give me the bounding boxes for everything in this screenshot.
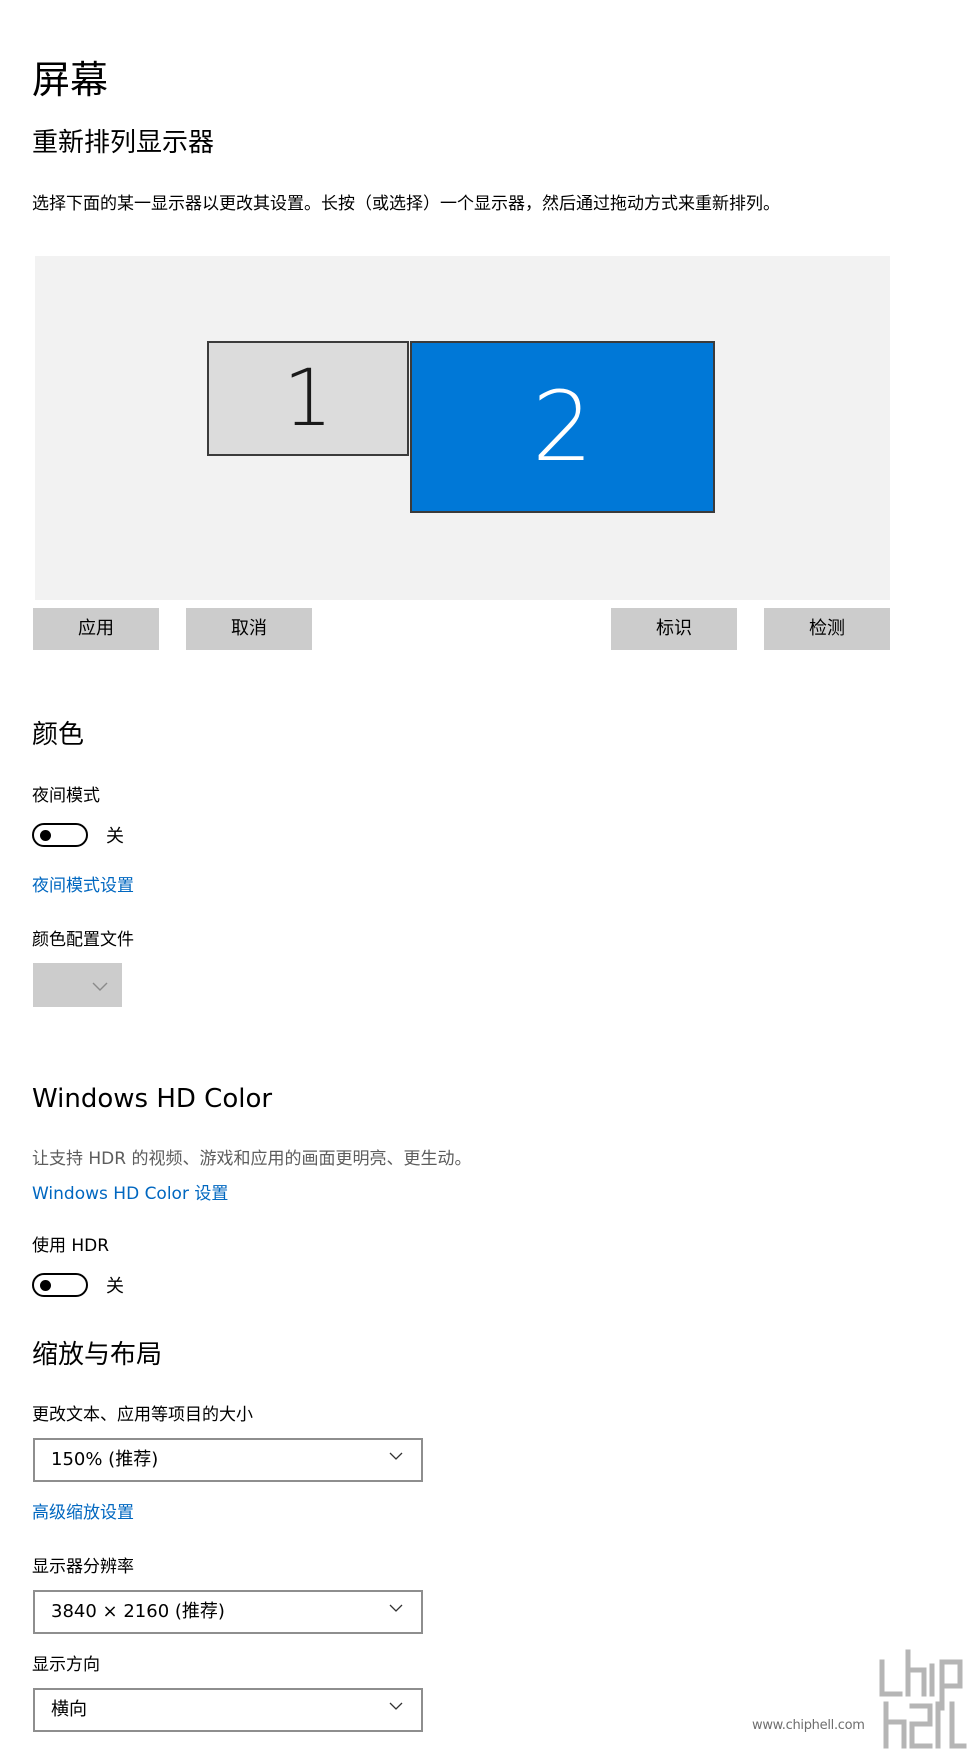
monitor-1[interactable]: 1 — [207, 341, 409, 456]
chiphell-logo-icon — [879, 1649, 967, 1749]
resolution-select[interactable]: 3840 × 2160 (推荐) — [33, 1590, 423, 1634]
use-hdr-label: 使用 HDR — [32, 1236, 110, 1256]
use-hdr-state: 关 — [106, 1276, 124, 1297]
hdr-description: 让支持 HDR 的视频、游戏和应用的画面更明亮、更生动。 — [32, 1149, 472, 1169]
monitor-2[interactable]: 2 — [410, 341, 715, 513]
orientation-label: 显示方向 — [32, 1655, 100, 1675]
monitor-arrangement-area[interactable]: 1 2 — [35, 256, 890, 600]
chevron-down-icon — [389, 1452, 403, 1460]
color-heading: 颜色 — [32, 720, 85, 750]
scale-select[interactable]: 150% (推荐) — [33, 1438, 423, 1482]
night-light-state: 关 — [106, 826, 124, 847]
toggle-knob — [40, 830, 51, 841]
watermark-text: www.chiphell.com — [752, 1718, 865, 1733]
scale-value: 150% (推荐) — [51, 1449, 159, 1470]
page-title: 屏幕 — [32, 58, 109, 102]
identify-button[interactable]: 标识 — [611, 608, 737, 650]
hdr-settings-link[interactable]: Windows HD Color 设置 — [32, 1182, 228, 1206]
arrange-heading: 重新排列显示器 — [32, 128, 215, 158]
detect-button[interactable]: 检测 — [764, 608, 890, 650]
chevron-down-icon — [389, 1604, 403, 1612]
scale-size-label: 更改文本、应用等项目的大小 — [32, 1405, 253, 1425]
chiphell-watermark: www.chiphell.com — [750, 1648, 970, 1758]
arrange-description: 选择下面的某一显示器以更改其设置。长按（或选择）一个显示器，然后通过拖动方式来重… — [32, 194, 780, 214]
resolution-value: 3840 × 2160 (推荐) — [51, 1601, 225, 1622]
use-hdr-toggle[interactable] — [32, 1273, 88, 1297]
night-light-toggle[interactable] — [32, 823, 88, 847]
use-hdr-toggle-row: 关 — [32, 1272, 124, 1298]
cancel-button[interactable]: 取消 — [186, 608, 312, 650]
scale-heading: 缩放与布局 — [32, 1340, 163, 1370]
resolution-label: 显示器分辨率 — [32, 1557, 134, 1577]
night-light-toggle-row: 关 — [32, 822, 124, 848]
night-light-settings-link[interactable]: 夜间模式设置 — [32, 874, 134, 898]
color-profile-dropdown[interactable] — [33, 963, 122, 1007]
night-light-label: 夜间模式 — [32, 786, 100, 806]
apply-button[interactable]: 应用 — [33, 608, 159, 650]
chevron-down-icon — [92, 982, 108, 991]
orientation-select[interactable]: 横向 — [33, 1688, 423, 1732]
chevron-down-icon — [389, 1702, 403, 1710]
advanced-scaling-link[interactable]: 高级缩放设置 — [32, 1501, 134, 1525]
orientation-value: 横向 — [51, 1699, 87, 1720]
color-profile-label: 颜色配置文件 — [32, 930, 134, 950]
toggle-knob — [40, 1280, 51, 1291]
hdr-heading: Windows HD Color — [32, 1084, 273, 1114]
